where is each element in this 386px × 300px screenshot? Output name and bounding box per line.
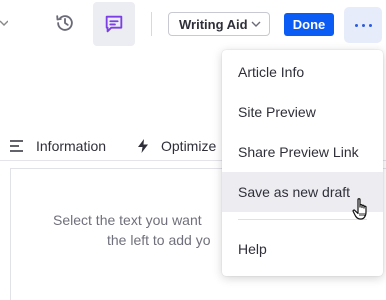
more-dot-icon	[354, 23, 358, 27]
hint-line-1: Select the text you want	[53, 212, 202, 228]
menu-lines-icon	[10, 140, 23, 152]
hand-pointer-cursor-icon	[352, 198, 367, 220]
hint-line-2: the left to add yo	[107, 232, 211, 248]
tab-information[interactable]: Information	[10, 138, 106, 154]
menu-item-share-preview-link[interactable]: Share Preview Link	[222, 132, 383, 172]
comments-button[interactable]	[93, 2, 135, 46]
more-dot-icon	[368, 23, 372, 27]
lightning-icon	[138, 139, 148, 153]
more-dot-icon	[361, 23, 365, 27]
top-toolbar: Writing Aid Done	[0, 0, 386, 50]
toolbar-divider	[151, 12, 152, 36]
tab-optimize-label: Optimize	[161, 138, 217, 154]
writing-aid-dropdown[interactable]: Writing Aid	[168, 12, 270, 36]
more-options-menu: Article Info Site Preview Share Preview …	[222, 50, 383, 276]
done-button[interactable]: Done	[284, 13, 334, 36]
menu-divider	[238, 219, 367, 220]
chevron-down-icon[interactable]	[0, 18, 8, 30]
comment-icon	[105, 15, 123, 33]
more-options-button[interactable]	[344, 7, 382, 43]
history-button[interactable]	[48, 6, 82, 40]
tab-information-label: Information	[36, 138, 107, 154]
history-icon	[56, 15, 73, 31]
chevron-down-icon	[251, 21, 261, 27]
tab-optimize[interactable]: Optimize	[137, 138, 216, 154]
menu-item-help[interactable]: Help	[222, 229, 383, 269]
menu-item-article-info[interactable]: Article Info	[222, 52, 383, 92]
writing-aid-label: Writing Aid	[179, 16, 248, 32]
menu-item-site-preview[interactable]: Site Preview	[222, 92, 383, 132]
